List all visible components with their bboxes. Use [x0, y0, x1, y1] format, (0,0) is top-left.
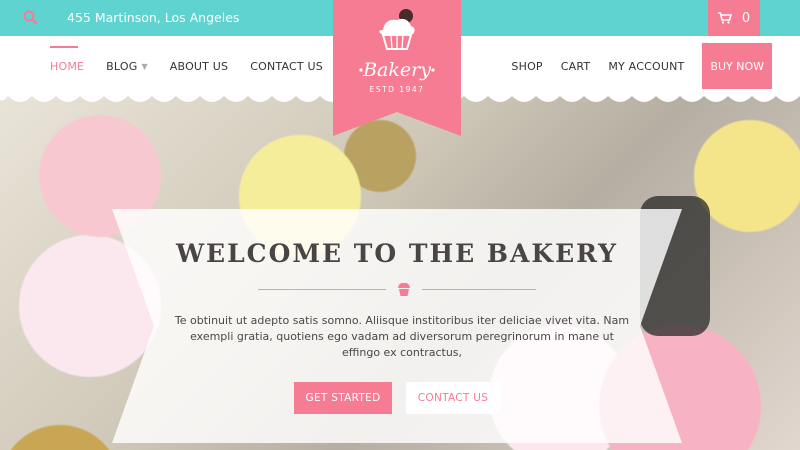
logo-ribbon: Bakery ESTD 1947 — [333, 0, 461, 136]
get-started-button[interactable]: GET STARTED — [294, 382, 392, 414]
nav-blog[interactable]: BLOG ▼ — [106, 36, 148, 96]
nav-shop[interactable]: SHOP — [511, 36, 542, 96]
buy-now-button[interactable]: BUY NOW — [702, 43, 772, 89]
nav-left: HOME BLOG ▼ ABOUT US CONTACT US — [50, 36, 323, 96]
divider-right — [422, 289, 536, 290]
welcome-text: Te obtinuit ut adepto satis somno. Aliis… — [174, 314, 630, 359]
logo-estd: ESTD 1947 — [370, 85, 425, 94]
address-text: 455 Martinson, Los Angeles — [67, 10, 240, 25]
chevron-down-icon: ▼ — [141, 61, 148, 71]
cart-button[interactable]: 0 — [708, 0, 760, 36]
nav-home[interactable]: HOME — [50, 36, 84, 96]
nav-right: SHOP CART MY ACCOUNT BUY NOW — [511, 36, 772, 96]
bakery-logo[interactable]: Bakery ESTD 1947 — [333, 0, 461, 136]
nav-cart[interactable]: CART — [561, 36, 591, 96]
logo-name: Bakery — [362, 59, 431, 81]
page-title: WELCOME TO THE BAKERY — [175, 239, 619, 268]
divider-left — [258, 289, 386, 290]
nav-my-account[interactable]: MY ACCOUNT — [608, 36, 684, 96]
cart-count: 0 — [741, 10, 751, 26]
cupcake-icon — [398, 282, 410, 296]
welcome-panel: WELCOME TO THE BAKERY Te obtinuit ut ade… — [112, 209, 682, 443]
search-icon[interactable] — [22, 9, 40, 27]
nav-about-us[interactable]: ABOUT US — [170, 36, 228, 96]
contact-us-button[interactable]: CONTACT US — [406, 382, 500, 414]
nav-contact-us[interactable]: CONTACT US — [250, 36, 323, 96]
cart-icon — [717, 12, 732, 24]
